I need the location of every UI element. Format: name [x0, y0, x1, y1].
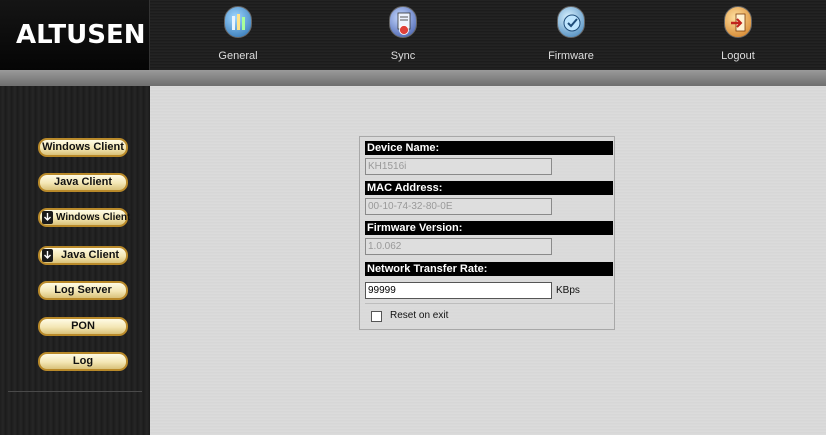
download-icon: [42, 249, 53, 262]
sync-icon: [389, 6, 417, 38]
log-server-button[interactable]: Log Server: [38, 281, 128, 300]
transfer-rate-input[interactable]: [365, 282, 552, 299]
nav-firmware[interactable]: Firmware: [521, 0, 621, 70]
java-client-button[interactable]: Java Client: [38, 173, 128, 192]
transfer-rate-unit: KBps: [556, 285, 580, 296]
java-client-download-button[interactable]: Java Client: [38, 246, 128, 265]
firmware-version-field: [365, 238, 552, 255]
mac-address-header: MAC Address:: [365, 181, 613, 195]
pon-label: PON: [71, 320, 95, 332]
device-name-field: [365, 158, 552, 175]
nav-general[interactable]: General: [188, 0, 288, 70]
general-icon: [224, 6, 252, 38]
general-settings-panel: Device Name: MAC Address: Firmware Versi…: [359, 136, 615, 330]
windows-client-download-button[interactable]: Windows Client: [38, 208, 131, 227]
nav-firmware-label: Firmware: [548, 50, 594, 62]
java-client-label: Java Client: [53, 176, 113, 188]
reset-on-exit-label[interactable]: Reset on exit: [390, 310, 448, 321]
log-label: Log: [72, 355, 94, 367]
sidebar: Windows Client Java Client Windows Clien…: [0, 86, 150, 435]
windows-client-button[interactable]: Windows Client: [38, 138, 128, 157]
nav-logout-label: Logout: [721, 50, 755, 62]
firmware-version-header: Firmware Version:: [365, 221, 613, 235]
log-button[interactable]: Log: [38, 352, 128, 371]
mac-address-field: [365, 198, 552, 215]
sidebar-divider: [8, 391, 142, 392]
logo: ALTUSEN: [0, 0, 150, 70]
windows-client-download-label: Windows Client: [56, 212, 131, 223]
main-content: Device Name: MAC Address: Firmware Versi…: [150, 86, 826, 435]
nav-sync[interactable]: Sync: [353, 0, 453, 70]
firmware-icon: [557, 6, 585, 38]
reset-on-exit-checkbox[interactable]: [371, 311, 382, 322]
transfer-rate-header: Network Transfer Rate:: [365, 262, 613, 276]
log-server-label: Log Server: [54, 284, 112, 296]
logo-text: ALTUSEN: [16, 20, 146, 50]
pon-button[interactable]: PON: [38, 317, 128, 336]
java-client-download-label: Java Client: [61, 249, 120, 261]
panel-divider: [365, 303, 613, 304]
logout-icon: [724, 6, 752, 38]
nav-logout[interactable]: Logout: [688, 0, 788, 70]
main-nav: General Sync Firmware Logout: [150, 0, 826, 70]
nav-general-label: General: [218, 50, 258, 62]
windows-client-label: Windows Client: [42, 141, 124, 153]
nav-sync-label: Sync: [390, 50, 416, 62]
device-name-header: Device Name:: [365, 141, 613, 155]
header-divider: [0, 70, 826, 86]
download-icon: [42, 211, 53, 224]
top-bar: ALTUSEN General Sync Firmware Logout: [0, 0, 826, 70]
